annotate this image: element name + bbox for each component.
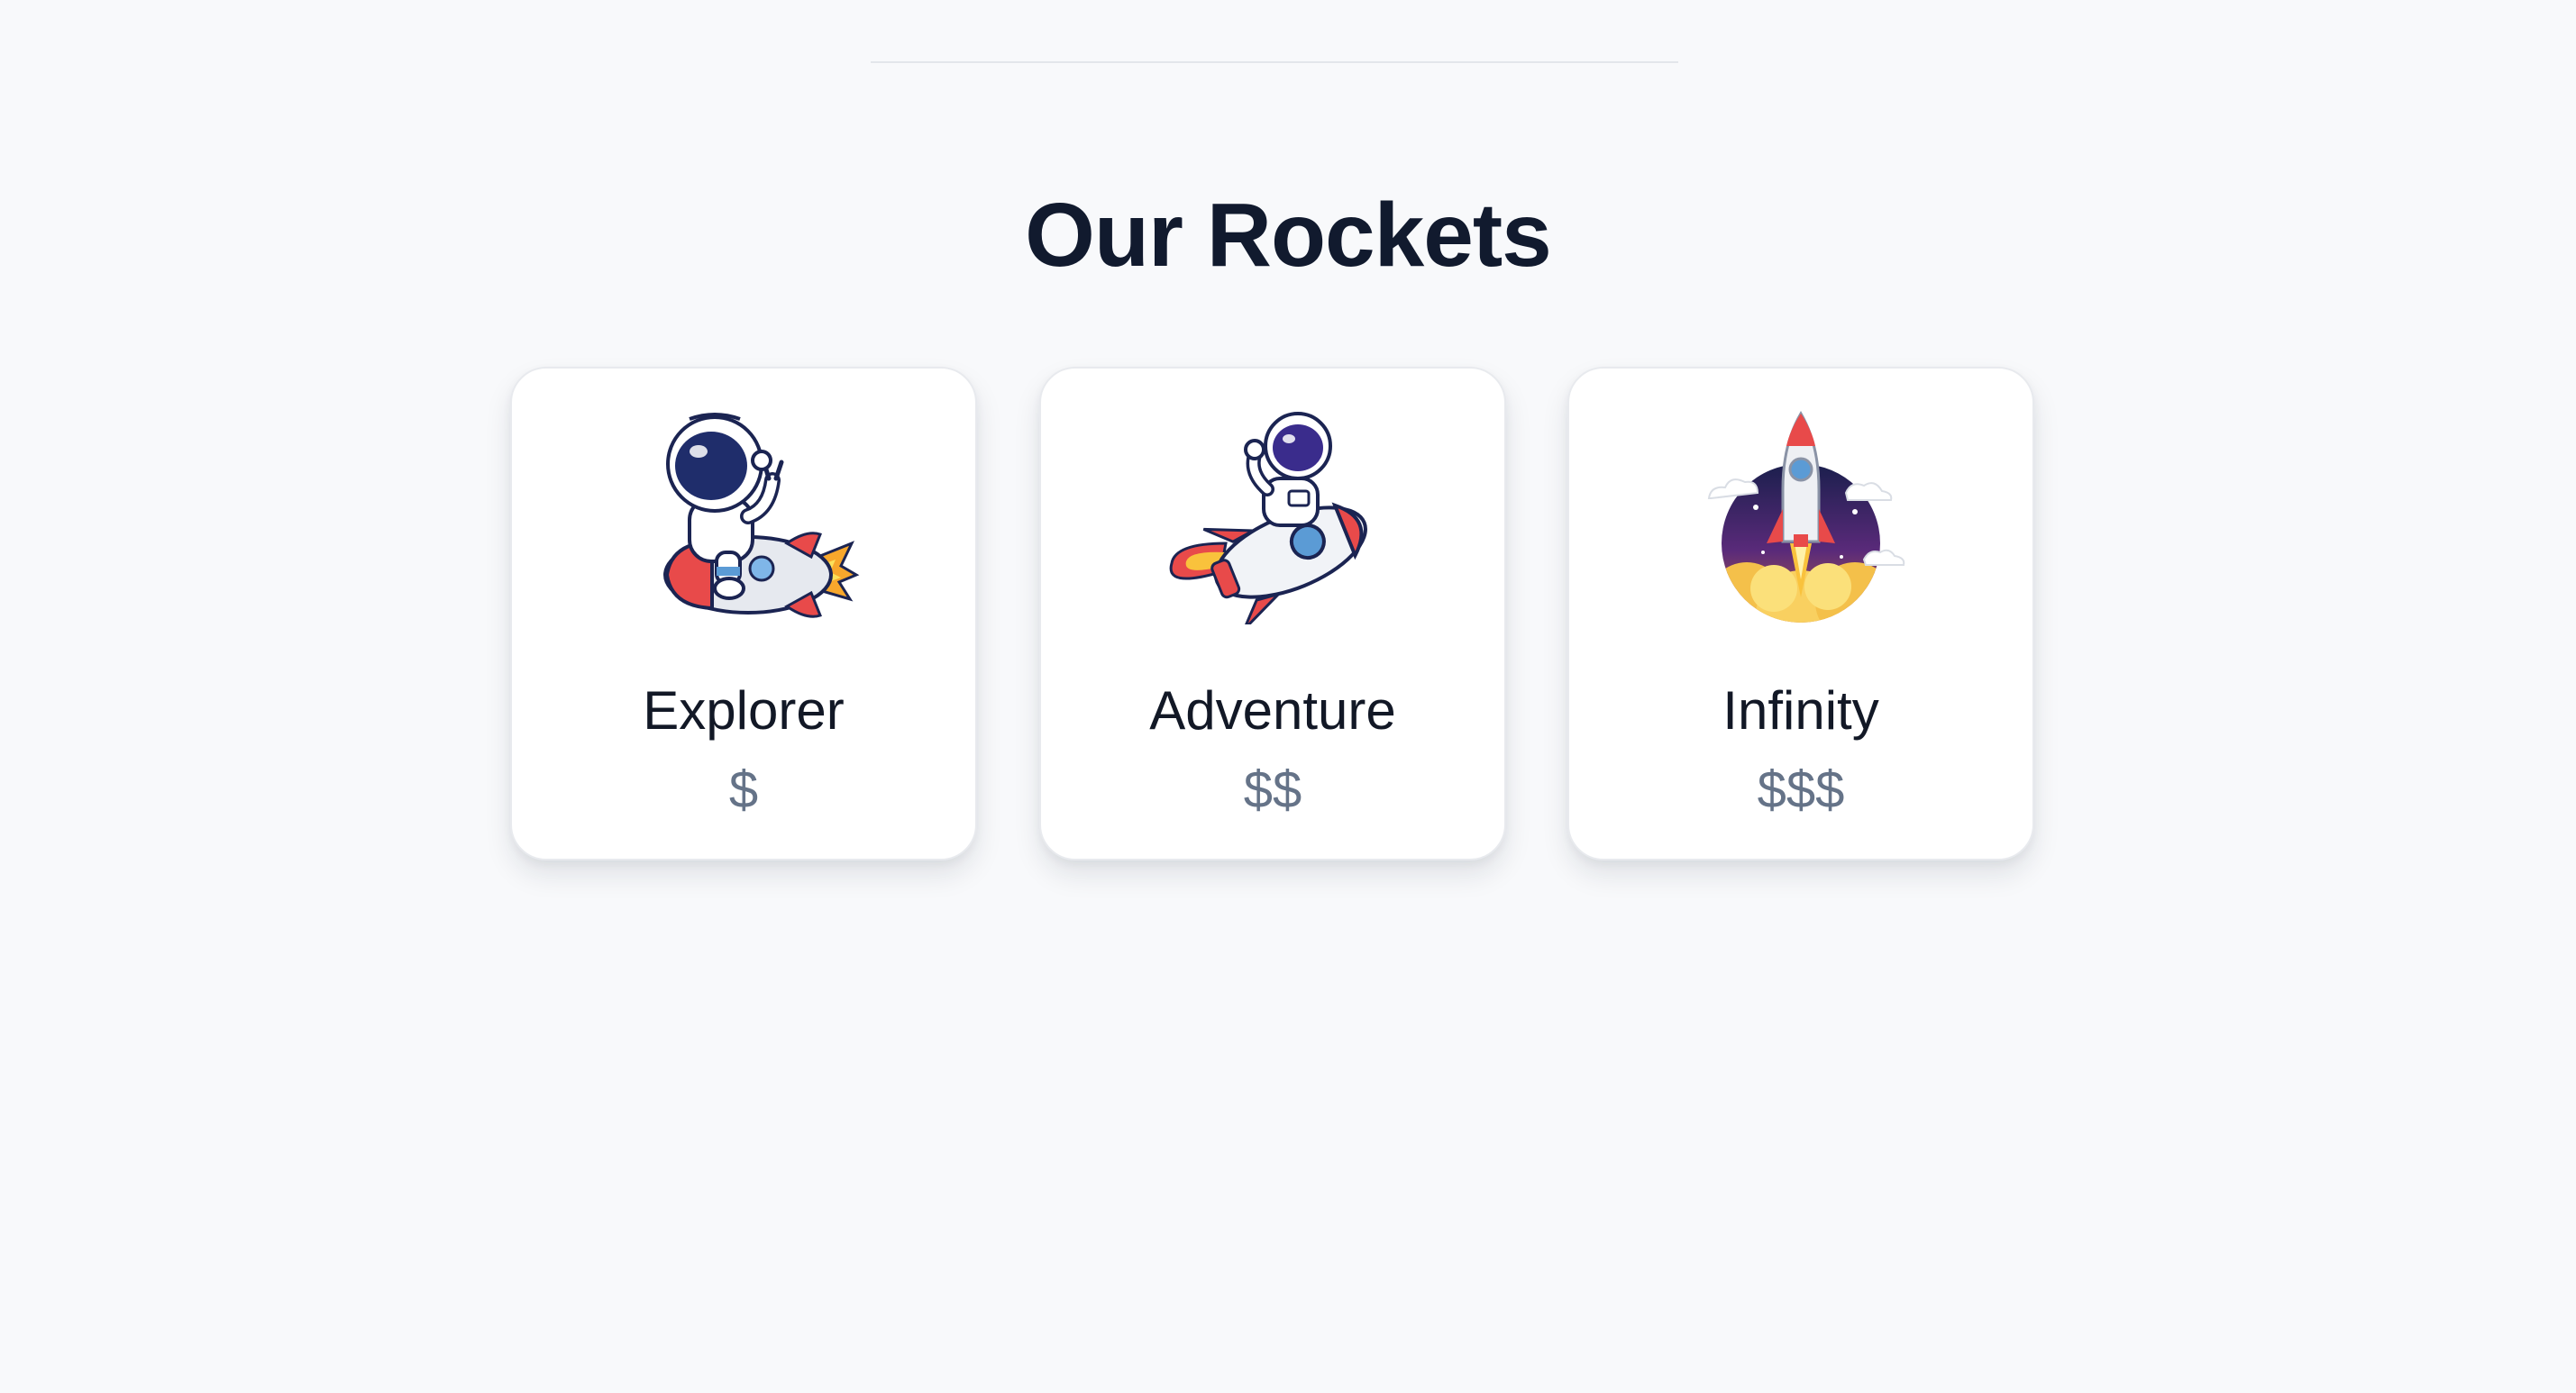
rocket-name: Infinity [1722,680,1879,741]
rocket-price: $$ [1243,760,1302,819]
rocket-name: Adventure [1149,680,1396,741]
rocket-name: Explorer [643,680,845,741]
rocket-launch-badge-icon [1569,408,2032,624]
rocket-card-adventure[interactable]: Adventure $$ [1039,367,1506,860]
top-divider [871,61,1678,63]
rocket-card-explorer[interactable]: Explorer $ [510,367,977,860]
rocket-card-infinity[interactable]: Infinity $$$ [1567,367,2034,860]
astronaut-waving-on-rocket-icon [1041,408,1504,624]
rocket-price: $$$ [1757,760,1845,819]
rocket-price: $ [728,760,759,819]
astronaut-riding-rocket-icon [512,408,975,624]
section-title: Our Rockets [1025,185,1552,286]
